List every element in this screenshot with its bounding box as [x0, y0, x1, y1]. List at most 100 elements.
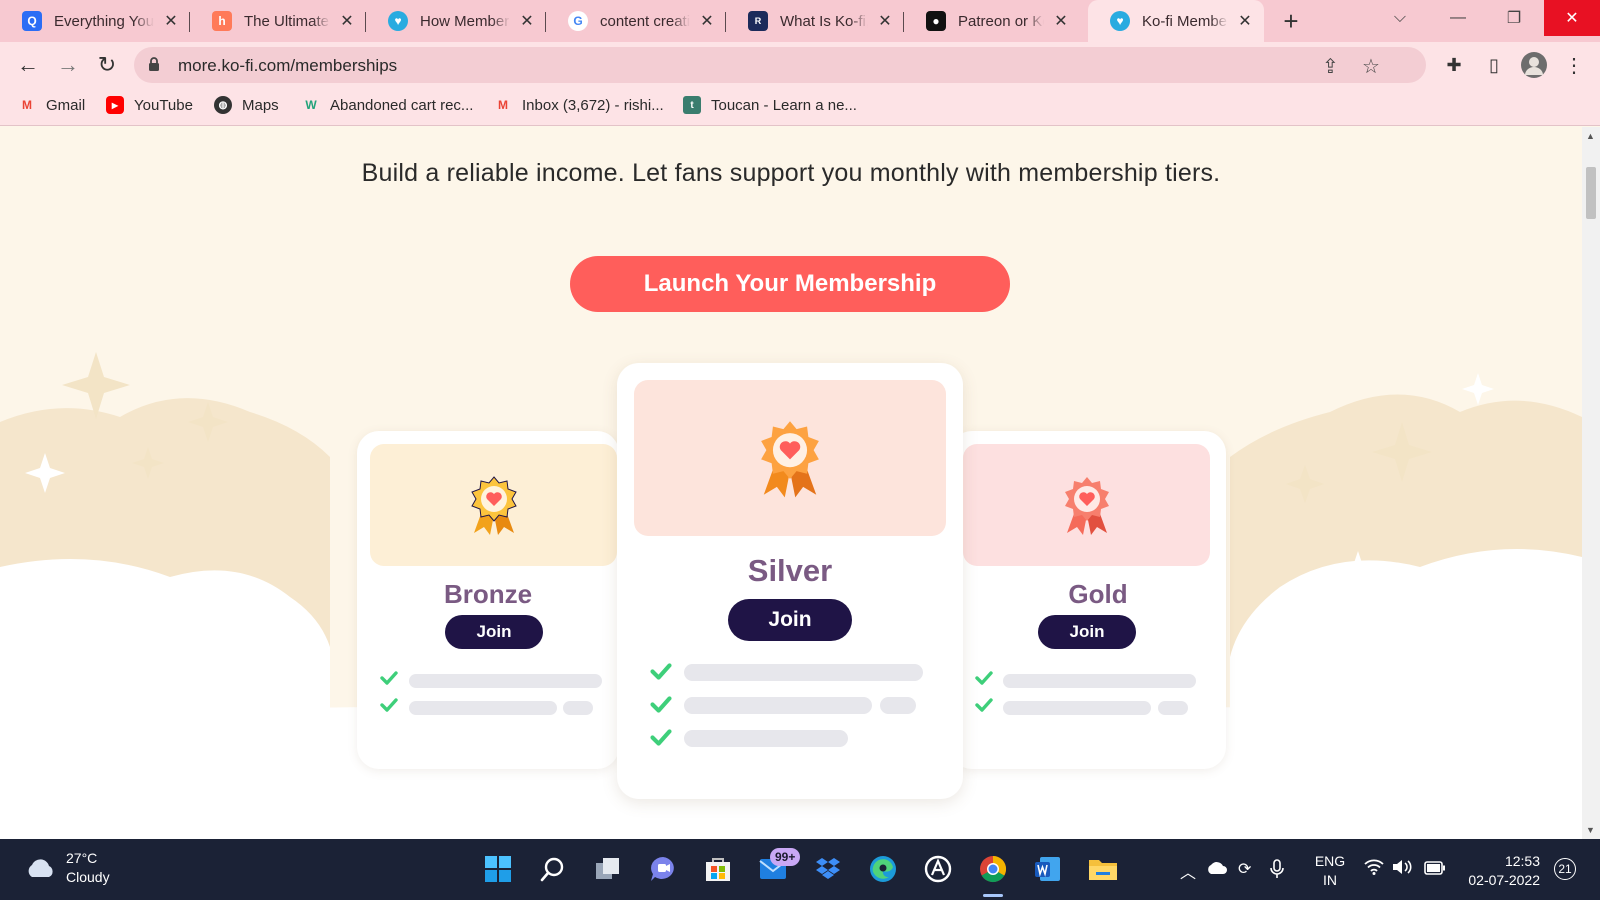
check-icon — [380, 698, 398, 712]
avatar[interactable] — [1520, 51, 1548, 79]
mail-badge: 99+ — [770, 848, 801, 866]
start-icon[interactable] — [482, 853, 514, 885]
system-clock[interactable]: 12:53 02-07-2022 — [1440, 852, 1540, 890]
volume-icon[interactable] — [1392, 859, 1412, 880]
minimize-icon[interactable]: — — [1430, 0, 1486, 36]
extensions-icon[interactable]: ✚ — [1440, 51, 1468, 79]
launch-membership-button[interactable]: Launch Your Membership — [570, 256, 1010, 312]
tab-kofi-memberships[interactable]: ♥ Ko-fi Memberships ✕ — [1088, 0, 1264, 42]
notification-badge[interactable]: 21 — [1554, 858, 1576, 880]
bookmark-star-icon[interactable]: ☆ — [1362, 54, 1380, 79]
forward-icon[interactable]: → — [54, 51, 82, 79]
gmail-icon: M — [22, 98, 32, 112]
tab-everything-you[interactable]: Q Everything You Need ✕ — [0, 0, 190, 42]
tab-search-icon[interactable]: ⌵ — [1372, 0, 1428, 36]
store-icon[interactable] — [702, 853, 734, 885]
tier-card-bronze: Bronze Join — [357, 431, 619, 769]
bookmark-youtube[interactable]: ▶ YouTube — [106, 96, 193, 114]
app-icon[interactable] — [922, 853, 954, 885]
tab-what-is-kofi[interactable]: R What Is Ko-fi, and ✕ — [726, 0, 904, 42]
check-icon — [650, 729, 672, 746]
scroll-down-icon[interactable]: ▼ — [1586, 825, 1595, 835]
feature-placeholder — [1003, 701, 1151, 715]
feature-placeholder — [684, 697, 872, 714]
microphone-icon[interactable] — [1270, 859, 1284, 884]
close-icon[interactable]: ✕ — [518, 11, 536, 31]
tab-how-memberships[interactable]: ♥ How Memberships ✕ — [366, 0, 546, 42]
clock-time: 12:53 — [1504, 853, 1540, 869]
join-button-silver[interactable]: Join — [728, 599, 852, 641]
feature-placeholder — [1003, 674, 1196, 688]
hidden-icons-chevron-icon[interactable]: ︿ — [1180, 859, 1196, 883]
close-icon[interactable]: ✕ — [876, 11, 894, 31]
sync-icon[interactable]: ⟳ — [1238, 859, 1251, 879]
bookmark-label: Toucan - Learn a ne... — [711, 96, 857, 114]
language-indicator[interactable]: ENG IN — [1310, 852, 1350, 890]
wifi-icon[interactable] — [1364, 859, 1384, 880]
q-icon: Q — [22, 11, 42, 31]
new-tab-button[interactable]: + — [1276, 6, 1306, 37]
bookmark-inbox[interactable]: M Inbox (3,672) - rishi... — [494, 96, 664, 114]
teams-chat-icon[interactable] — [647, 853, 679, 885]
side-panel-icon[interactable]: ▯ — [1480, 51, 1508, 79]
tier-card-gold: Gold Join — [950, 431, 1226, 769]
page-content: Build a reliable income. Let fans suppor… — [0, 127, 1582, 839]
cloud-icon — [28, 859, 53, 877]
bookmark-label: YouTube — [134, 96, 193, 114]
bookmark-gmail[interactable]: M Gmail — [18, 96, 85, 114]
share-icon[interactable]: ⇪ — [1322, 54, 1339, 79]
kofi-icon: ♥ — [388, 11, 408, 31]
check-icon — [975, 698, 993, 712]
address-bar[interactable]: more.ko-fi.com/memberships ⇪ ☆ — [134, 47, 1426, 83]
gmail-icon: M — [498, 98, 508, 112]
restore-icon[interactable]: ❐ — [1486, 0, 1542, 36]
close-icon[interactable]: ✕ — [1052, 11, 1070, 31]
weather-widget[interactable]: 27°C Cloudy — [24, 849, 110, 887]
back-icon[interactable]: ← — [14, 51, 42, 79]
tab-title: The Ultimate Guide — [244, 12, 330, 30]
tab-patreon-or-kofi[interactable]: ● Patreon or Ko-fi ✕ — [904, 0, 1080, 42]
active-indicator — [983, 894, 1003, 897]
page-scrollbar[interactable]: ▲ ▼ — [1582, 127, 1600, 839]
tier-name: Gold — [1068, 579, 1128, 609]
bookmark-abandoned-cart[interactable]: W Abandoned cart rec... — [302, 96, 473, 114]
close-icon[interactable]: ✕ — [162, 11, 180, 31]
weather-desc: Cloudy — [66, 869, 110, 885]
onedrive-icon[interactable] — [1206, 861, 1228, 880]
youtube-icon: ▶ — [106, 96, 124, 114]
search-icon[interactable] — [537, 853, 569, 885]
feature-placeholder — [1158, 701, 1188, 715]
menu-icon[interactable]: ⋮ — [1560, 51, 1588, 79]
close-icon[interactable]: ✕ — [338, 11, 356, 31]
weather-temp: 27°C — [66, 850, 98, 866]
window-close-icon[interactable]: ✕ — [1544, 0, 1600, 36]
scrollbar-thumb[interactable] — [1586, 167, 1596, 219]
word-icon[interactable] — [1032, 853, 1064, 885]
tab-content-creation[interactable]: G content creation ✕ — [546, 0, 726, 42]
join-button-gold[interactable]: Join — [1038, 615, 1136, 649]
scroll-up-icon[interactable]: ▲ — [1586, 131, 1595, 141]
dropbox-icon[interactable] — [812, 853, 844, 885]
edge-icon[interactable] — [867, 853, 899, 885]
task-view-icon[interactable] — [592, 853, 624, 885]
bookmark-toucan[interactable]: t Toucan - Learn a ne... — [683, 96, 857, 114]
hubspot-icon: h — [212, 11, 232, 31]
tab-title: Patreon or Ko-fi — [958, 12, 1044, 30]
tab-ultimate-guide[interactable]: h The Ultimate Guide ✕ — [190, 0, 366, 42]
chrome-icon[interactable] — [977, 853, 1009, 885]
tab-title: Everything You Need — [54, 12, 154, 30]
file-explorer-icon[interactable] — [1087, 853, 1119, 885]
close-icon[interactable]: ✕ — [1236, 11, 1254, 31]
review-icon: R — [748, 11, 768, 31]
tab-title: content creation — [600, 12, 690, 30]
tier-hero — [370, 444, 617, 566]
lang-region: IN — [1323, 872, 1337, 888]
url-text: more.ko-fi.com/memberships — [178, 56, 398, 75]
reload-icon[interactable]: ↻ — [93, 51, 121, 79]
clock-date: 02-07-2022 — [1468, 872, 1540, 888]
feature-placeholder — [409, 701, 557, 715]
bookmark-maps[interactable]: ◍ Maps — [214, 96, 279, 114]
join-button-bronze[interactable]: Join — [445, 615, 543, 649]
rosette-heart-icon — [761, 421, 819, 498]
close-icon[interactable]: ✕ — [698, 11, 716, 31]
